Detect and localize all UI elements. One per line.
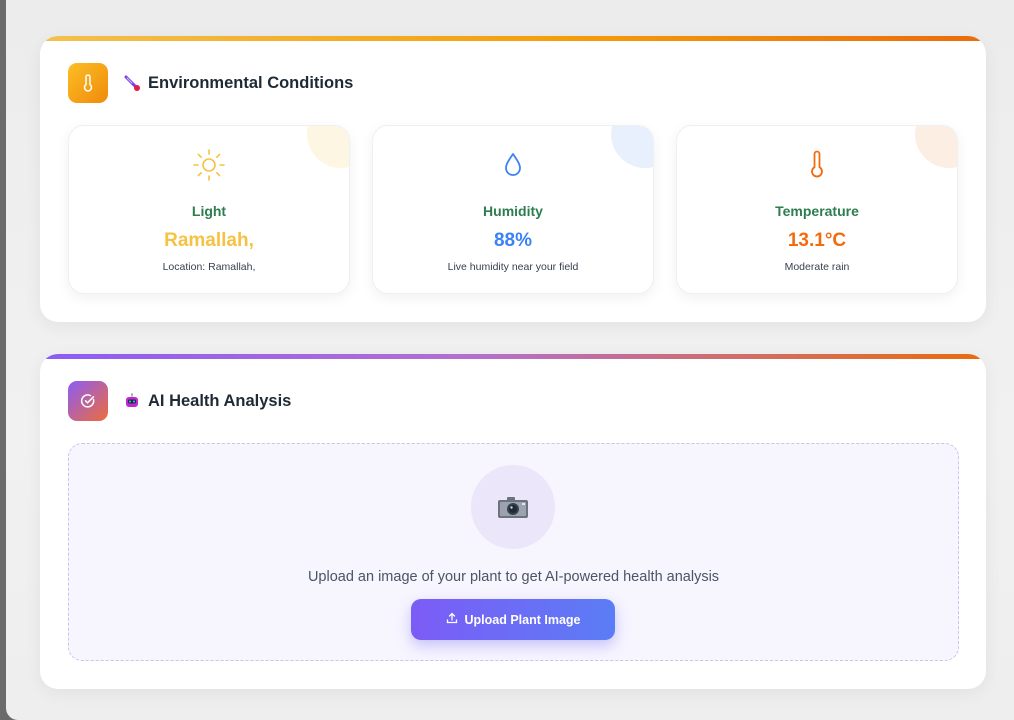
upload-plant-image-button[interactable]: Upload Plant Image [411, 599, 615, 640]
temperature-label: Temperature [775, 203, 859, 219]
light-subtext: Location: Ramallah, [162, 261, 256, 273]
card-accent-bar [40, 354, 986, 359]
thermometer-emoji-icon [122, 73, 142, 93]
light-value: Ramallah, [164, 230, 254, 251]
sun-icon [69, 148, 349, 182]
ai-health-analysis-header: AI Health Analysis [68, 381, 291, 421]
light-label: Light [191, 203, 227, 219]
ai-health-analysis-card: AI Health Analysis Upload an image of yo… [40, 354, 986, 689]
image-dropzone[interactable]: Upload an image of your plant to get AI-… [68, 443, 959, 661]
environmental-conditions-card: Environmental Conditions Light Ramallah, [40, 36, 986, 322]
upload-prompt: Upload an image of your plant to get AI-… [307, 569, 720, 585]
humidity-subtext: Live humidity near your field [447, 261, 579, 273]
ai-health-analysis-title: AI Health Analysis [148, 391, 292, 410]
thermometer-icon [677, 148, 957, 182]
card-accent-bar [40, 36, 986, 41]
environmental-conditions-title: Environmental Conditions [148, 73, 354, 92]
upload-icon [446, 612, 458, 627]
robot-icon [122, 391, 142, 411]
humidity-stat-card: Humidity 88% Live humidity near your fie… [372, 125, 654, 294]
light-stat-card: Light Ramallah, Location: Ramallah, [68, 125, 350, 294]
humidity-value: 88% [493, 230, 533, 251]
humidity-label: Humidity [483, 203, 543, 219]
upload-button-label: Upload Plant Image [464, 612, 581, 627]
temperature-stat-card: Temperature 13.1°C Moderate rain [676, 125, 958, 294]
droplet-icon [373, 148, 653, 182]
page-background: Environmental Conditions Light Ramallah, [6, 0, 1014, 720]
stats-row: Light Ramallah, Location: Ramallah, Humi… [68, 125, 958, 294]
check-circle-icon [68, 381, 108, 421]
temperature-subtext: Moderate rain [784, 261, 850, 273]
temperature-value: 13.1°C [787, 230, 847, 251]
environmental-conditions-header: Environmental Conditions [68, 63, 353, 103]
camera-icon [471, 465, 555, 549]
thermometer-icon [68, 63, 108, 103]
